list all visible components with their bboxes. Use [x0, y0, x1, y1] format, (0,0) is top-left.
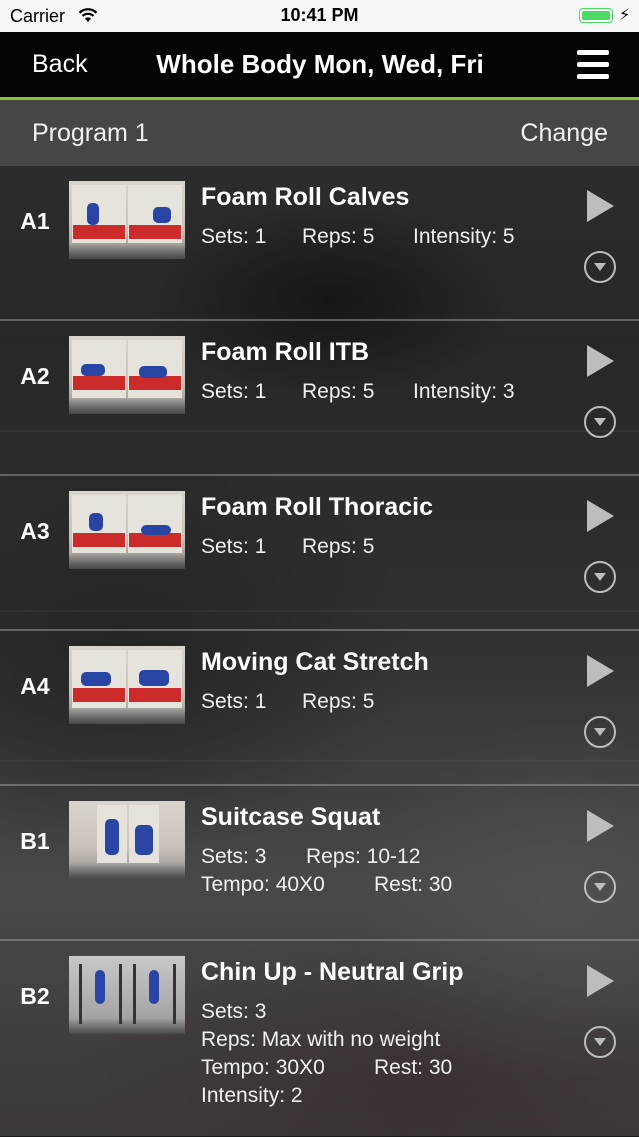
- exercise-details: Sets: 1 Reps: 5 Intensity: 3: [201, 380, 515, 404]
- exercise-row[interactable]: A3 Foam Roll Thoracic Sets: 1 Reps: 5: [0, 476, 639, 631]
- battery-icon: [579, 8, 613, 23]
- exercise-code: B2: [20, 983, 50, 1009]
- exercise-name: Foam Roll Calves: [201, 183, 410, 211]
- hamburger-menu-icon[interactable]: [577, 50, 609, 80]
- exercise-thumbnail[interactable]: [69, 491, 185, 569]
- chevron-down-circle-icon[interactable]: [584, 251, 616, 283]
- exercise-row[interactable]: A2 Foam Roll ITB Sets: 1 Reps: 5 Intensity…: [0, 321, 639, 476]
- chevron-down-circle-icon[interactable]: [584, 561, 616, 593]
- rest-value: Rest: 30: [374, 873, 453, 896]
- exercise-details: Sets: 1 Reps: 5: [201, 690, 374, 714]
- exercise-row[interactable]: B1 Suitcase Squat Sets: 3 Reps: 10-12 Tem…: [0, 786, 639, 941]
- intensity-value: Intensity: 2: [201, 1084, 303, 1107]
- sets-value: Sets: 3: [201, 845, 267, 868]
- play-icon[interactable]: [587, 965, 614, 997]
- rest-value: Rest: 30: [374, 1056, 453, 1079]
- exercise-details: Sets: 1 Reps: 5: [201, 535, 374, 559]
- reps-value: Reps: 10-12: [306, 845, 421, 868]
- sets-value: Sets: 3: [201, 1000, 267, 1023]
- exercise-name: Chin Up - Neutral Grip: [201, 958, 464, 986]
- exercise-row[interactable]: B2 Chin Up - Neutral Grip Sets: 3 Reps: …: [0, 941, 639, 1137]
- exercise-thumbnail[interactable]: [69, 336, 185, 414]
- play-icon[interactable]: [587, 345, 614, 377]
- play-icon[interactable]: [587, 190, 614, 222]
- reps-value: Reps: 5: [302, 535, 375, 558]
- change-program-button[interactable]: Change: [520, 119, 608, 148]
- sets-value: Sets: 1: [201, 535, 267, 558]
- exercise-details: Sets: 1 Reps: 5 Intensity: 5: [201, 225, 515, 249]
- play-icon[interactable]: [587, 500, 614, 532]
- program-name: Program 1: [32, 119, 149, 147]
- exercise-details: Tempo: 40X0 Rest: 30: [201, 873, 452, 897]
- exercise-thumbnail[interactable]: [69, 801, 185, 879]
- reps-value: Reps: Max with no weight: [201, 1028, 441, 1051]
- exercise-name: Suitcase Squat: [201, 803, 381, 831]
- reps-value: Reps: 5: [302, 225, 375, 248]
- charging-bolt-icon: ⚡: [619, 7, 631, 24]
- chevron-down-circle-icon[interactable]: [584, 871, 616, 903]
- exercise-thumbnail[interactable]: [69, 956, 185, 1034]
- sets-value: Sets: 1: [201, 225, 267, 248]
- exercise-thumbnail[interactable]: [69, 181, 185, 259]
- exercise-name: Foam Roll Thoracic: [201, 493, 433, 521]
- navigation-bar: Back Whole Body Mon, Wed, Fri: [0, 32, 639, 100]
- chevron-down-circle-icon[interactable]: [584, 716, 616, 748]
- sets-value: Sets: 1: [201, 380, 267, 403]
- exercise-row[interactable]: A1 Foam Roll Calves Sets: 1 Reps: 5 Intens…: [0, 166, 639, 321]
- tempo-value: Tempo: 30X0: [201, 1056, 325, 1079]
- chevron-down-circle-icon[interactable]: [584, 406, 616, 438]
- intensity-value: Intensity: 3: [413, 380, 515, 403]
- exercise-name: Foam Roll ITB: [201, 338, 370, 366]
- intensity-value: Intensity: 5: [413, 225, 515, 248]
- play-icon[interactable]: [587, 810, 614, 842]
- reps-value: Reps: 5: [302, 380, 375, 403]
- exercise-row[interactable]: A4 Moving Cat Stretch Sets: 1 Reps: 5: [0, 631, 639, 786]
- tempo-value: Tempo: 40X0: [201, 873, 325, 896]
- exercise-code: A2: [20, 363, 50, 389]
- sets-value: Sets: 1: [201, 690, 267, 713]
- play-icon[interactable]: [587, 655, 614, 687]
- exercise-details: Sets: 3 Reps: 10-12: [201, 845, 420, 869]
- exercise-code: A4: [20, 673, 50, 699]
- exercise-code: B1: [20, 828, 50, 854]
- exercise-name: Moving Cat Stretch: [201, 648, 429, 676]
- program-bar: Program 1 Change: [0, 100, 639, 166]
- page-title: Whole Body Mon, Wed, Fri: [156, 49, 484, 79]
- exercise-thumbnail[interactable]: [69, 646, 185, 724]
- exercise-code: A3: [20, 518, 50, 544]
- reps-value: Reps: 5: [302, 690, 375, 713]
- chevron-down-circle-icon[interactable]: [584, 1026, 616, 1058]
- exercise-list: A1 Foam Roll Calves Sets: 1 Reps: 5 Intens…: [0, 166, 639, 1137]
- exercise-details: Tempo: 30X0 Rest: 30: [201, 1056, 452, 1080]
- status-bar: Carrier 10:41 PM ⚡: [0, 0, 639, 32]
- back-button[interactable]: Back: [32, 50, 88, 79]
- exercise-code: A1: [20, 208, 50, 234]
- clock: 10:41 PM: [280, 5, 359, 25]
